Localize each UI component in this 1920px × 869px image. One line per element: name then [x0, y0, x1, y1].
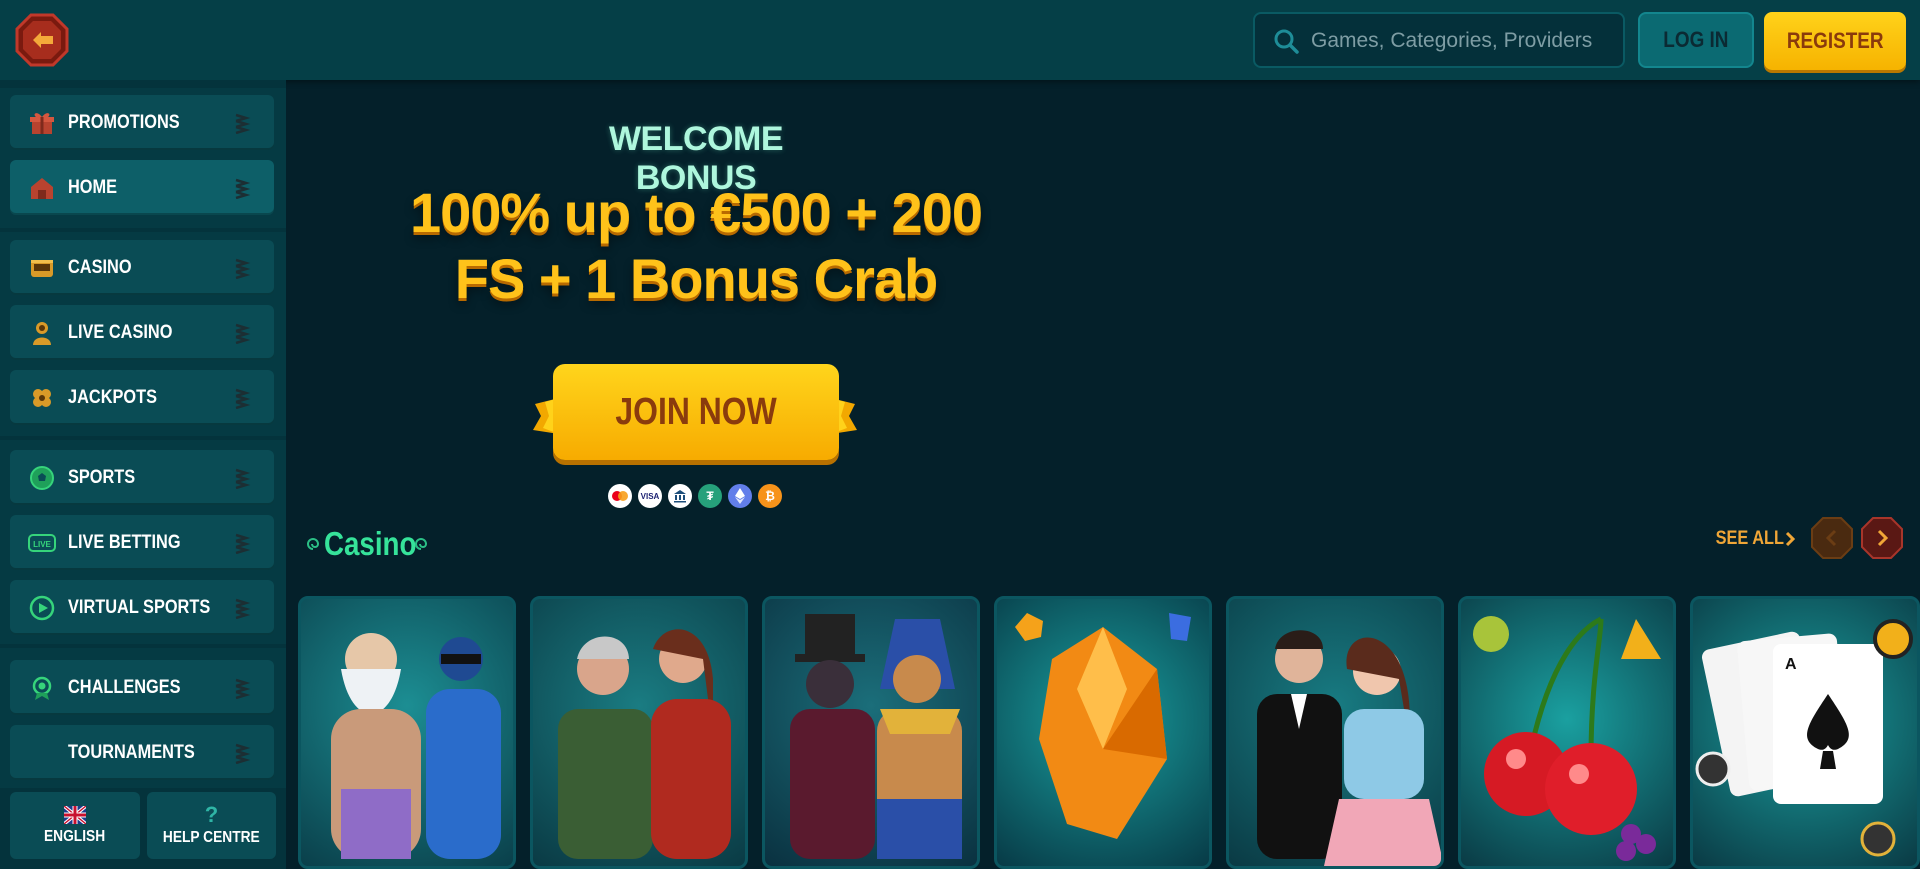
- see-all-link[interactable]: SEE ALL: [1710, 528, 1796, 550]
- chevron-right-icon: [235, 743, 251, 764]
- bonus-headline: 100% up to €500 + 200 FS + 1 Bonus Crab: [340, 180, 1052, 312]
- sidebar-item-virtual-sports[interactable]: VIRTUAL SPORTS: [10, 580, 274, 635]
- sidebar-item-label: LIVE CASINO: [68, 321, 173, 343]
- search-icon: [1274, 29, 1299, 54]
- pharaoh-character-icon: [790, 614, 962, 859]
- svg-text:LIVE: LIVE: [33, 540, 51, 549]
- sidebar-item-sports[interactable]: SPORTS: [10, 450, 274, 505]
- adventurers-character-icon: [558, 629, 731, 859]
- game-card-live-games[interactable]: [1226, 596, 1444, 869]
- help-centre-button[interactable]: ? HELP CENTRE: [147, 792, 276, 859]
- dealer-icon: [28, 319, 56, 347]
- chevron-right-icon: [235, 468, 251, 489]
- clover-icon: [28, 384, 56, 412]
- login-label: LOG IN: [1663, 27, 1729, 52]
- swirl-left-icon: [307, 538, 320, 550]
- chevron-right-icon: [235, 323, 251, 344]
- sidebar-item-label: SPORTS: [68, 466, 136, 488]
- tether-icon: ₮: [698, 484, 722, 508]
- game-card-slots[interactable]: [1458, 596, 1676, 869]
- soccer-ball-icon: [28, 464, 56, 492]
- play-icon: [28, 594, 56, 622]
- sidebar-item-jackpots[interactable]: JACKPOTS: [10, 370, 274, 425]
- uk-flag-icon: [64, 805, 86, 824]
- bonus-headline-line1: 100% up to €500 + 200: [409, 181, 983, 244]
- game-card-popular[interactable]: [762, 596, 980, 869]
- question-mark-icon: ?: [204, 801, 219, 827]
- register-label: REGISTER: [1786, 28, 1884, 53]
- sidebar-item-label: CASINO: [68, 256, 132, 278]
- amber-gem-icon: [1015, 613, 1191, 839]
- sidebar-item-label: TOURNAMENTS: [68, 741, 195, 763]
- carousel-prev-button[interactable]: [1810, 516, 1854, 560]
- casino-icon: [28, 254, 56, 282]
- chevron-right-icon: [235, 258, 251, 279]
- visa-icon: VISA: [638, 484, 662, 508]
- sidebar-item-live-betting[interactable]: LIVE LIVE BETTING: [10, 515, 274, 570]
- sidebar-item-label: HOME: [68, 176, 118, 198]
- payment-methods: VISA ₮ ₿: [608, 484, 782, 508]
- sidebar-item-tournaments[interactable]: TOURNAMENTS: [10, 725, 274, 780]
- bitcoin-icon: ₿: [758, 484, 782, 508]
- chevron-right-icon: [235, 178, 251, 199]
- tournaments-icon: [28, 739, 56, 767]
- live-dealers-character-icon: [1257, 630, 1441, 866]
- sidebar-item-label: JACKPOTS: [68, 386, 157, 408]
- chevron-right-icon: [235, 598, 251, 619]
- sidebar-item-label: CHALLENGES: [68, 676, 181, 698]
- bonus-headline-line2: FS + 1 Bonus Crab: [454, 247, 938, 310]
- sidebar-item-label: LIVE BETTING: [68, 531, 181, 553]
- cherries-icon: [1473, 616, 1661, 861]
- medal-icon: [28, 674, 56, 702]
- sidebar-item-challenges[interactable]: CHALLENGES: [10, 660, 274, 715]
- register-button[interactable]: REGISTER: [1764, 12, 1906, 70]
- casino-section-heading: Casino: [306, 522, 428, 566]
- help-centre-label: HELP CENTRE: [163, 828, 260, 846]
- search-box[interactable]: [1253, 12, 1625, 68]
- home-icon: [28, 174, 56, 202]
- chevron-right-icon: [235, 678, 251, 699]
- top-bar: LOG IN REGISTER: [0, 0, 1920, 80]
- sidebar-item-label: VIRTUAL SPORTS: [68, 596, 211, 618]
- game-card-new[interactable]: [530, 596, 748, 869]
- playing-cards-icon: A: [1695, 619, 1913, 857]
- carousel-next-button[interactable]: [1860, 516, 1904, 560]
- language-button[interactable]: ENGLISH: [10, 792, 140, 859]
- casino-section-title: Casino: [324, 525, 417, 562]
- gift-icon: [28, 109, 56, 137]
- join-now-label: JOIN NOW: [615, 390, 777, 433]
- bank-icon: [668, 484, 692, 508]
- join-now-button[interactable]: JOIN NOW: [553, 364, 839, 460]
- ethereum-icon: [728, 484, 752, 508]
- search-input[interactable]: [1309, 14, 1613, 68]
- sidebar-item-promotions[interactable]: PROMOTIONS: [10, 95, 274, 150]
- language-label: ENGLISH: [44, 827, 106, 845]
- game-card-top[interactable]: [298, 596, 516, 869]
- sidebar-item-home[interactable]: HOME: [10, 160, 274, 215]
- svg-text:A: A: [1785, 656, 1797, 673]
- login-button[interactable]: LOG IN: [1638, 12, 1754, 68]
- game-card-exclusive[interactable]: [994, 596, 1212, 869]
- see-all-label: SEE ALL: [1715, 528, 1784, 549]
- zeus-character-icon: [331, 633, 501, 859]
- mastercard-icon: [608, 484, 632, 508]
- chevron-right-icon: [235, 533, 251, 554]
- chevron-right-icon: [1785, 531, 1795, 547]
- chevron-right-icon: [235, 388, 251, 409]
- sidebar-item-casino[interactable]: CASINO: [10, 240, 274, 295]
- site-logo[interactable]: [15, 13, 69, 67]
- live-icon: LIVE: [28, 529, 56, 557]
- game-card-table-games[interactable]: A: [1690, 596, 1920, 869]
- sidebar-item-live-casino[interactable]: LIVE CASINO: [10, 305, 274, 360]
- sidebar-item-label: PROMOTIONS: [68, 111, 180, 133]
- chevron-right-icon: [235, 113, 251, 134]
